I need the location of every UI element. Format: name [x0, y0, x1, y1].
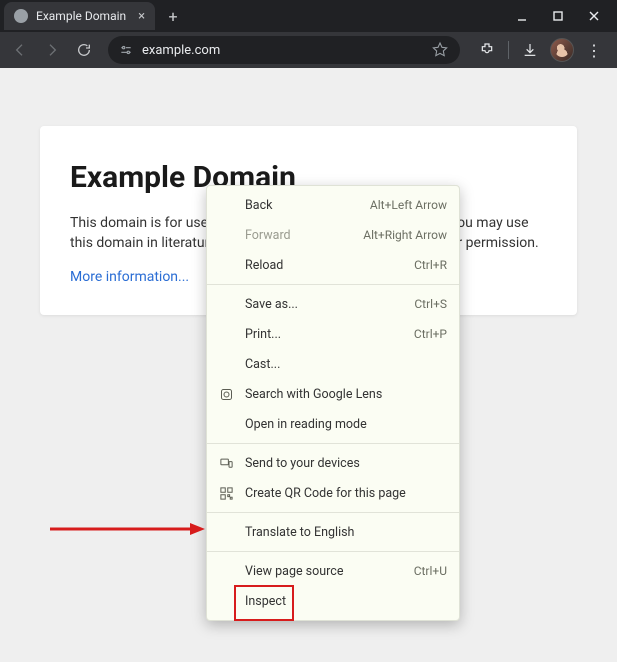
context-menu-item-shortcut: Alt+Right Arrow: [363, 228, 447, 242]
browser-tab[interactable]: Example Domain ×: [4, 2, 155, 30]
context-menu-item-create-qr-code-for-this-page[interactable]: Create QR Code for this page: [207, 478, 459, 508]
context-menu-item-shortcut: Ctrl+S: [414, 297, 447, 311]
context-menu-item-label: Forward: [245, 228, 351, 243]
context-menu-item-shortcut: Ctrl+R: [414, 258, 447, 272]
qr-icon: [217, 484, 235, 502]
context-menu: Back Alt+Left Arrow Forward Alt+Right Arrow…: [206, 185, 460, 621]
context-menu-item-inspect[interactable]: Inspect: [207, 586, 459, 616]
annotation-arrow: [50, 521, 205, 535]
close-tab-icon[interactable]: ×: [138, 9, 145, 24]
context-menu-separator: [207, 551, 459, 552]
context-menu-item-label: Cast...: [245, 357, 447, 372]
context-menu-item-view-page-source[interactable]: View page source Ctrl+U: [207, 556, 459, 586]
bookmark-star-icon[interactable]: [432, 41, 450, 59]
address-bar[interactable]: example.com: [108, 36, 460, 64]
context-menu-item-reload[interactable]: Reload Ctrl+R: [207, 250, 459, 280]
chrome-menu-button[interactable]: ⋮: [581, 37, 607, 63]
tab-strip: Example Domain × +: [0, 0, 617, 32]
context-menu-item-save-as[interactable]: Save as... Ctrl+S: [207, 289, 459, 319]
context-menu-item-cast[interactable]: Cast...: [207, 349, 459, 379]
context-menu-item-shortcut: Ctrl+U: [414, 564, 447, 578]
context-menu-item-shortcut: Alt+Left Arrow: [370, 198, 447, 212]
context-menu-item-print[interactable]: Print... Ctrl+P: [207, 319, 459, 349]
profile-avatar[interactable]: [549, 37, 575, 63]
tab-favicon-icon: [14, 9, 28, 23]
minimize-button[interactable]: [511, 5, 533, 27]
extensions-button[interactable]: [474, 37, 500, 63]
new-tab-button[interactable]: +: [161, 4, 185, 28]
context-menu-item-label: Translate to English: [245, 525, 447, 540]
more-info-link[interactable]: More information...: [70, 269, 189, 285]
context-menu-item-label: Open in reading mode: [245, 417, 447, 432]
context-menu-item-label: Print...: [245, 327, 402, 342]
context-menu-item-label: View page source: [245, 564, 402, 579]
back-button[interactable]: [6, 36, 34, 64]
context-menu-item-label: Save as...: [245, 297, 402, 312]
reload-button[interactable]: [70, 36, 98, 64]
context-menu-item-search-with-google-lens[interactable]: Search with Google Lens: [207, 379, 459, 409]
context-menu-item-label: Create QR Code for this page: [245, 486, 447, 501]
context-menu-item-label: Reload: [245, 258, 402, 273]
context-menu-item-label: Back: [245, 198, 358, 213]
maximize-button[interactable]: [547, 5, 569, 27]
page-viewport: Example Domain This domain is for use in…: [0, 68, 617, 662]
site-settings-icon[interactable]: [118, 42, 134, 58]
context-menu-separator: [207, 443, 459, 444]
context-menu-separator: [207, 284, 459, 285]
url-text: example.com: [142, 43, 432, 58]
context-menu-item-label: Send to your devices: [245, 456, 447, 471]
context-menu-item-shortcut: Ctrl+P: [414, 327, 447, 341]
context-menu-item-label: Search with Google Lens: [245, 387, 447, 402]
context-menu-separator: [207, 512, 459, 513]
context-menu-item-open-in-reading-mode[interactable]: Open in reading mode: [207, 409, 459, 439]
downloads-button[interactable]: [517, 37, 543, 63]
avatar-icon: [550, 38, 574, 62]
context-menu-item-label: Inspect: [245, 594, 447, 609]
tab-title: Example Domain: [36, 9, 126, 23]
context-menu-item-send-to-your-devices[interactable]: Send to your devices: [207, 448, 459, 478]
lens-icon: [217, 385, 235, 403]
window-controls: [511, 5, 613, 27]
close-window-button[interactable]: [583, 5, 605, 27]
context-menu-item-translate-to-english[interactable]: Translate to English: [207, 517, 459, 547]
forward-button[interactable]: [38, 36, 66, 64]
context-menu-item-forward: Forward Alt+Right Arrow: [207, 220, 459, 250]
context-menu-item-back[interactable]: Back Alt+Left Arrow: [207, 190, 459, 220]
toolbar: example.com ⋮: [0, 32, 617, 68]
devices-icon: [217, 454, 235, 472]
toolbar-separator: [508, 41, 509, 59]
